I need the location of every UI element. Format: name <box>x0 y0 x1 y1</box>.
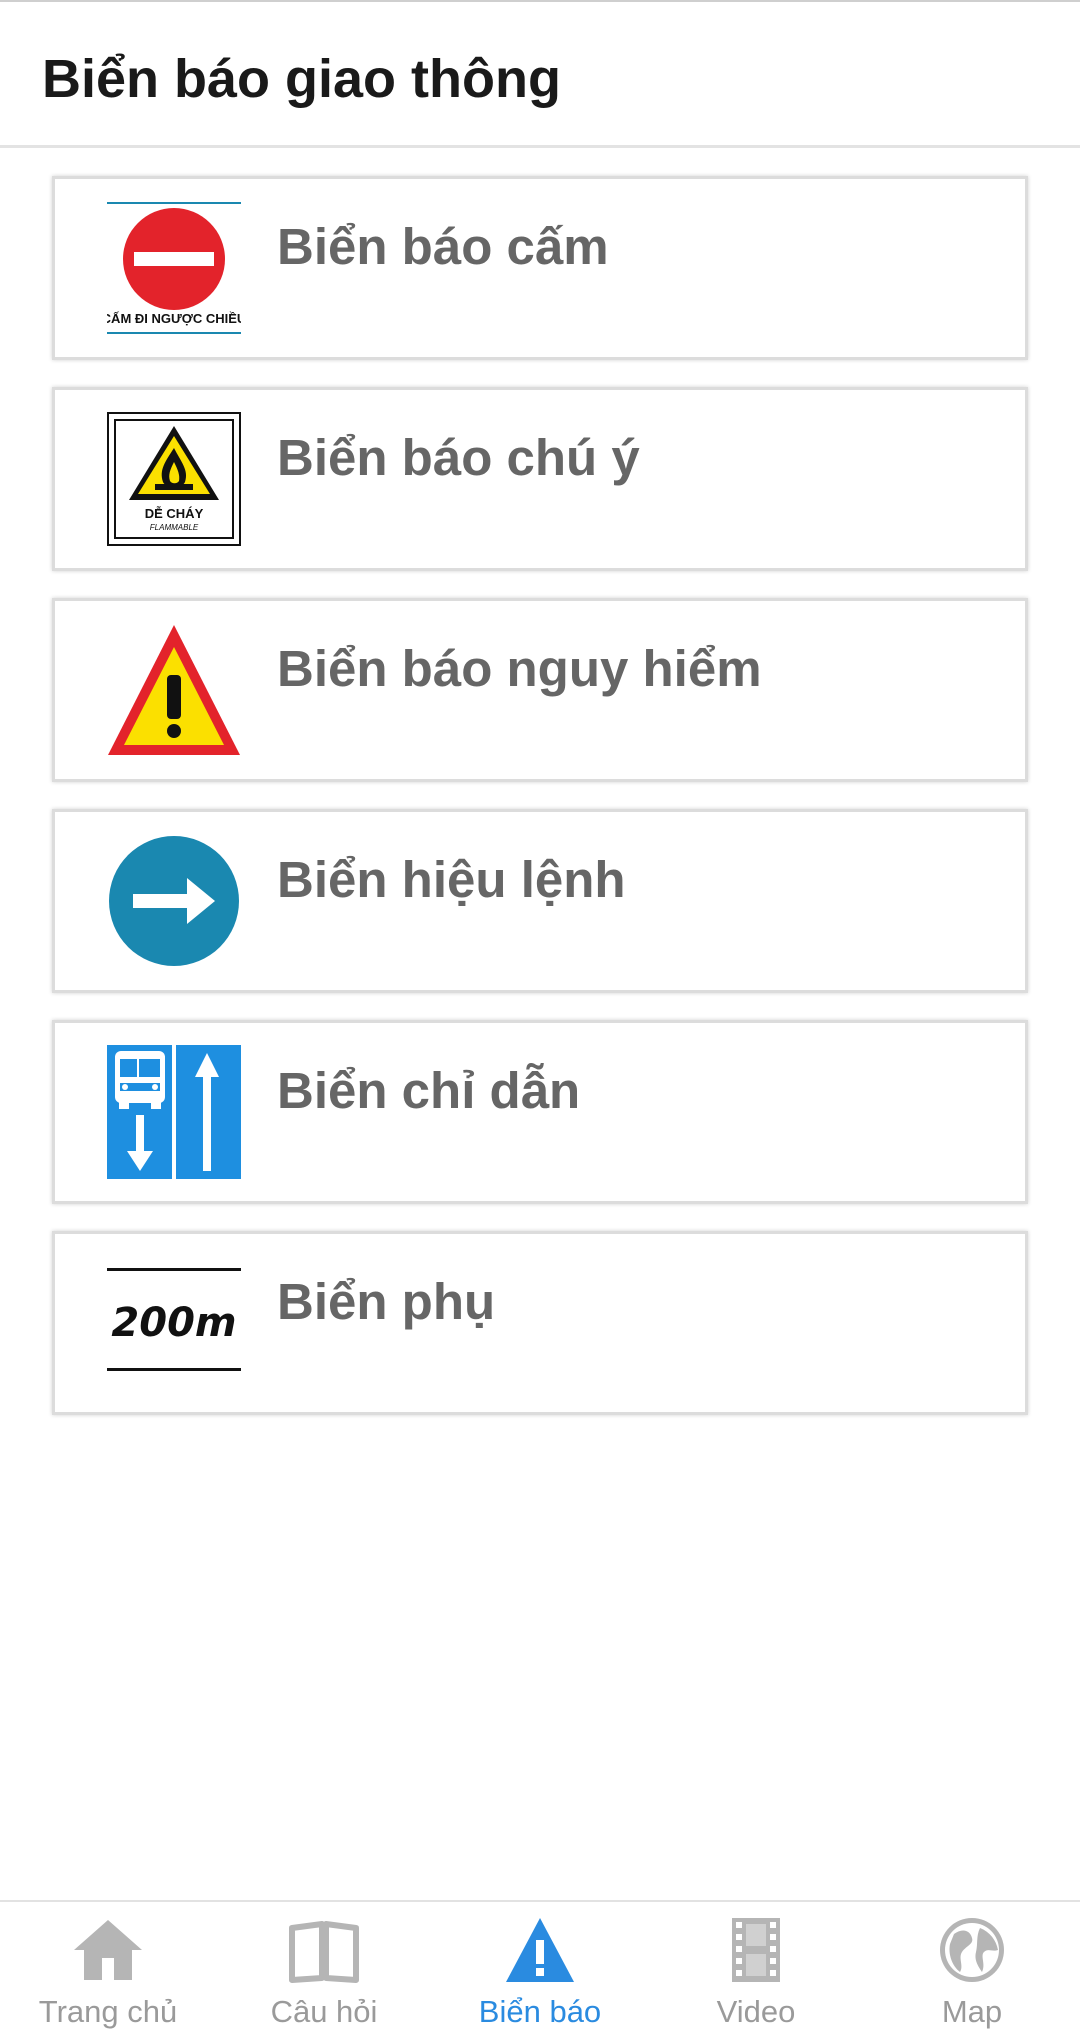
category-card-prohibitory[interactable]: CẤM ĐI NGƯỢC CHIỀU Biển báo cấm <box>52 176 1028 360</box>
nav-label: Câu hỏi <box>270 1994 378 2029</box>
category-card-caution[interactable]: DỄ CHÁY FLAMMABLE Biển báo chú ý <box>52 387 1028 571</box>
category-card-danger[interactable]: Biển báo nguy hiểm <box>52 598 1028 782</box>
book-icon <box>288 1914 360 1986</box>
sign-category-list: CẤM ĐI NGƯỢC CHIỀU Biển báo cấm DỄ CHÁY <box>52 176 1028 1442</box>
category-label: Biển báo chú ý <box>277 429 640 486</box>
category-card-guide[interactable]: Biển chỉ dẫn <box>52 1020 1028 1204</box>
category-label: Biển báo nguy hiểm <box>277 640 762 697</box>
bottom-navigation: Trang chủ Câu hỏi Biển báo Video Map <box>0 1900 1080 2039</box>
nav-item-questions[interactable]: Câu hỏi <box>216 1902 432 2039</box>
flammable-warning-sign-icon: DỄ CHÁY FLAMMABLE <box>107 412 241 546</box>
svg-text:FLAMMABLE: FLAMMABLE <box>150 523 199 532</box>
app-screen: Biển báo giao thông CẤM ĐI NGƯỢC CHIỀU B… <box>0 0 1080 2039</box>
nav-item-map[interactable]: Map <box>864 1902 1080 2039</box>
film-icon <box>720 1914 792 1986</box>
home-icon <box>72 1914 144 1986</box>
nav-item-video[interactable]: Video <box>648 1902 864 2039</box>
category-label: Biển báo cấm <box>277 218 609 275</box>
nav-label: Map <box>941 1994 1003 2029</box>
right-arrow-mandatory-sign-icon <box>107 834 241 968</box>
category-label: Biển chỉ dẫn <box>277 1062 581 1119</box>
svg-text:200m: 200m <box>111 1300 236 1346</box>
nav-item-signs[interactable]: Biển báo <box>432 1902 648 2039</box>
app-header: Biển báo giao thông <box>0 2 1080 148</box>
nav-label: Trang chủ <box>38 1994 178 2029</box>
nav-item-home[interactable]: Trang chủ <box>0 1902 216 2039</box>
category-card-auxiliary[interactable]: 200m Biển phụ <box>52 1231 1028 1415</box>
bus-lane-guide-sign-icon <box>107 1045 241 1179</box>
svg-text:CẤM ĐI NGƯỢC CHIỀU: CẤM ĐI NGƯỢC CHIỀU <box>107 311 241 326</box>
category-label: Biển phụ <box>277 1273 496 1330</box>
category-card-mandatory[interactable]: Biển hiệu lệnh <box>52 809 1028 993</box>
danger-triangle-sign-icon <box>107 623 241 757</box>
no-entry-sign-icon: CẤM ĐI NGƯỢC CHIỀU <box>107 201 241 335</box>
warning-sign-icon <box>504 1914 576 1986</box>
svg-text:DỄ CHÁY: DỄ CHÁY <box>145 506 204 521</box>
nav-label: Biển báo <box>478 1994 602 2029</box>
page-title: Biển báo giao thông <box>42 49 561 109</box>
nav-label: Video <box>716 1994 796 2029</box>
distance-200m-sign-icon: 200m <box>107 1256 241 1390</box>
category-label: Biển hiệu lệnh <box>277 851 626 908</box>
globe-icon <box>936 1914 1008 1986</box>
